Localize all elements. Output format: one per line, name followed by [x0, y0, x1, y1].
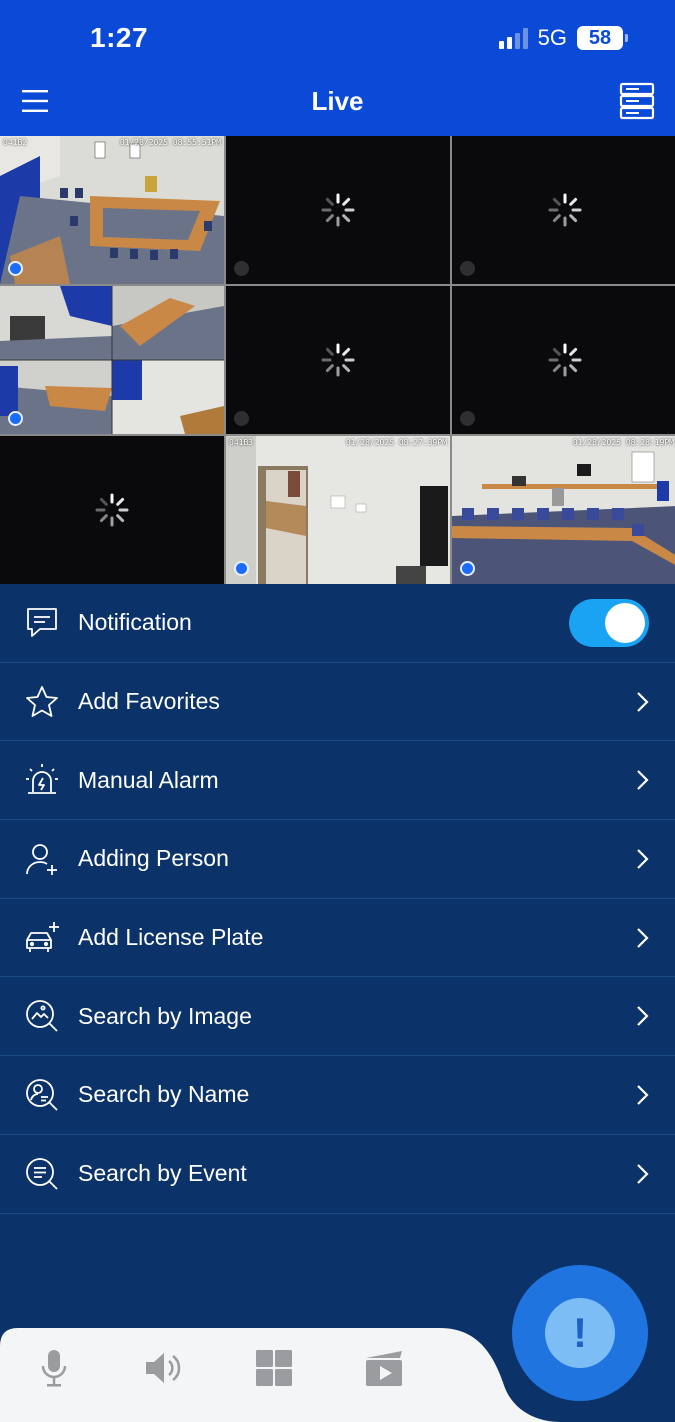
status-indicators: 5G 58	[498, 22, 628, 54]
loading-spinner-icon	[548, 343, 581, 377]
camera-feed	[0, 286, 224, 434]
person-search-icon	[26, 1079, 58, 1111]
chevron-right-icon	[637, 1085, 649, 1105]
toggle-knob	[605, 602, 645, 643]
menu-item-manual-alarm[interactable]: Manual Alarm	[0, 741, 675, 821]
chevron-right-icon	[637, 1163, 649, 1184]
camera-feed	[226, 436, 450, 584]
alert-fab-button[interactable]: !	[512, 1265, 648, 1401]
camera-tile-2[interactable]	[226, 136, 450, 284]
camera-tile-9[interactable]: 01/28/2025 08:28:19PM	[452, 436, 675, 584]
camera-tile-3[interactable]	[452, 136, 675, 284]
chevron-right-icon	[637, 691, 649, 712]
menu-item-add-license-plate[interactable]: Add License Plate	[0, 899, 675, 978]
status-dot	[234, 411, 249, 426]
status-dot	[234, 261, 249, 276]
menu-item-label: Add License Plate	[78, 924, 264, 951]
status-dot	[460, 561, 475, 576]
network-label: 5G	[537, 25, 567, 50]
status-dot	[8, 411, 23, 426]
menu-item-adding-person[interactable]: Adding Person	[0, 820, 675, 899]
event-search-icon	[26, 1157, 58, 1190]
notification-toggle[interactable]	[569, 598, 649, 647]
signal-icon	[498, 27, 528, 49]
loading-spinner-icon	[95, 493, 129, 527]
menu-item-notification[interactable]: Notification	[0, 584, 675, 663]
camera-feed	[0, 136, 224, 284]
camera-timestamp: 01/28/2025 08:28:19PM	[572, 438, 674, 447]
camera-label: 041B2	[3, 138, 28, 147]
image-search-icon	[26, 1000, 58, 1032]
message-icon	[27, 607, 57, 637]
camera-timestamp: 01/28/2025 08:55:51PM	[119, 138, 221, 147]
menu-item-label: Notification	[78, 609, 192, 636]
camera-tile-7[interactable]	[0, 436, 224, 584]
camera-tile-6[interactable]	[452, 286, 675, 434]
camera-tile-5[interactable]	[226, 286, 450, 434]
status-dot	[460, 411, 475, 426]
grid-layout-icon[interactable]	[252, 1346, 296, 1390]
menu-item-label: Search by Image	[78, 1002, 252, 1029]
siren-icon	[26, 764, 58, 795]
menu-item-search-by-event[interactable]: Search by Event	[0, 1135, 675, 1214]
chevron-right-icon	[637, 927, 649, 948]
camera-tile-8[interactable]: 041B3 01/28/2025 08:27:39PM	[226, 436, 450, 584]
star-icon	[26, 685, 58, 717]
status-dot	[8, 261, 23, 276]
status-dot	[460, 261, 475, 276]
speaker-icon[interactable]	[142, 1346, 186, 1390]
car-plus-icon	[26, 921, 59, 952]
camera-label: 041B3	[229, 438, 254, 447]
status-time: 1:27	[90, 22, 149, 53]
status-dot	[234, 561, 249, 576]
chevron-right-icon	[637, 1006, 649, 1027]
add-person-icon	[26, 844, 57, 875]
action-menu: Notification Add Favorites Manual Alarm …	[0, 584, 675, 1214]
menu-item-label: Adding Person	[78, 845, 229, 872]
app-header: 1:27 5G 58 Live	[0, 0, 675, 136]
chevron-right-icon	[637, 770, 649, 790]
page-title: Live	[311, 86, 364, 116]
camera-tile-4[interactable]	[0, 286, 224, 434]
menu-item-label: Search by Event	[78, 1160, 247, 1187]
alert-icon: !	[545, 1298, 615, 1368]
menu-item-label: Add Favorites	[78, 688, 220, 715]
chevron-right-icon	[637, 849, 649, 869]
menu-item-label: Search by Name	[78, 1081, 250, 1108]
playback-icon[interactable]	[362, 1346, 406, 1390]
menu-item-label: Manual Alarm	[78, 766, 219, 793]
loading-spinner-icon	[321, 343, 355, 377]
loading-spinner-icon	[321, 193, 355, 227]
battery-icon: 58	[577, 26, 628, 50]
menu-item-add-favorites[interactable]: Add Favorites	[0, 663, 675, 742]
camera-feed	[452, 436, 675, 584]
menu-item-search-by-name[interactable]: Search by Name	[0, 1056, 675, 1135]
menu-item-search-by-image[interactable]: Search by Image	[0, 977, 675, 1057]
camera-tile-1[interactable]: 041B2 01/28/2025 08:55:51PM	[0, 136, 224, 284]
loading-spinner-icon	[548, 193, 581, 227]
device-list-icon[interactable]	[619, 82, 655, 120]
camera-timestamp: 01/28/2025 08:27:39PM	[345, 438, 447, 447]
camera-grid: 041B2 01/28/2025 08:55:51PM 041B3 01/28/…	[0, 136, 675, 584]
microphone-icon[interactable]	[32, 1346, 76, 1390]
